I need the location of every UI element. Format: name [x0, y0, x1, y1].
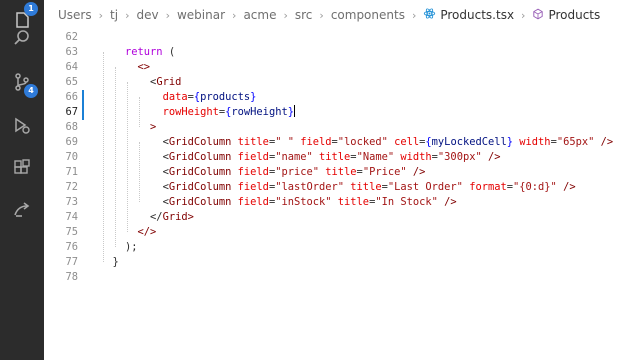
chevron-right-icon: ›	[232, 8, 237, 22]
code-line[interactable]: 62	[44, 30, 640, 45]
code-line[interactable]: 75 </>	[44, 225, 640, 240]
code-text: rowHeight={rowHeight}	[162, 105, 295, 118]
code-line[interactable]: 76 );	[44, 240, 640, 255]
symbol-class-icon	[532, 8, 544, 23]
breadcrumb-item-src[interactable]: src	[295, 8, 313, 22]
code-text: </>	[137, 226, 157, 238]
line-number: 75	[65, 226, 78, 238]
code-text: data={products}	[162, 91, 257, 103]
line-number: 63	[65, 46, 78, 58]
line-number: 67	[65, 106, 78, 118]
breadcrumb-item-components[interactable]: components	[331, 8, 405, 22]
code-line[interactable]: 64 <>	[44, 60, 640, 75]
source-control-badge: 4	[24, 84, 38, 98]
chevron-right-icon: ›	[165, 8, 170, 22]
breadcrumb: Users › tj › dev › webinar › acme › src › comp…	[44, 0, 640, 30]
source-control-icon[interactable]: 4	[0, 62, 44, 102]
search-icon[interactable]	[0, 18, 44, 58]
breadcrumb-item-dev[interactable]: dev	[136, 8, 158, 22]
code-text: <GridColumn field="lastOrder" title="Las…	[162, 181, 576, 193]
breadcrumb-item-tj[interactable]: tj	[110, 8, 118, 22]
explorer-badge: 1	[24, 2, 38, 16]
remote-explorer-icon[interactable]	[0, 190, 44, 230]
code-line[interactable]: 73 <GridColumn field="inStock" title="In…	[44, 195, 640, 210]
line-number: 62	[65, 31, 78, 43]
code-line[interactable]: 69 <GridColumn title=" " field="locked" …	[44, 135, 640, 150]
code-line[interactable]: 70 <GridColumn field="name" title="Name"…	[44, 150, 640, 165]
line-number: 65	[65, 76, 78, 88]
line-number: 66	[65, 91, 78, 103]
code-editor[interactable]: 62 63 return (64 <> 65 <Grid 66 data={produ…	[44, 30, 640, 360]
code-line[interactable]: 65 <Grid	[44, 75, 640, 90]
breadcrumb-item-users[interactable]: Users	[58, 8, 92, 22]
chevron-right-icon: ›	[411, 8, 417, 22]
react-file-icon	[423, 7, 436, 23]
code-line[interactable]: 67 rowHeight={rowHeight}	[44, 105, 640, 120]
line-number: 72	[65, 181, 78, 193]
line-number: 64	[65, 61, 78, 73]
line-number: 77	[65, 256, 78, 268]
code-text: }	[100, 256, 119, 268]
code-line[interactable]: 74 </Grid>	[44, 210, 640, 225]
code-line[interactable]: 68 >	[44, 120, 640, 135]
line-number: 69	[65, 136, 78, 148]
breadcrumb-file[interactable]: Products.tsx	[440, 8, 514, 22]
line-number: 78	[65, 271, 78, 283]
code-text: >	[150, 121, 157, 133]
modified-line-marker	[82, 90, 84, 105]
code-text: <GridColumn title=" " field="locked" cel…	[162, 136, 614, 148]
code-line[interactable]: 71 <GridColumn field="price" title="Pric…	[44, 165, 640, 180]
line-number: 68	[65, 121, 78, 133]
code-text: <GridColumn field="price" title="Price" …	[162, 166, 426, 178]
extensions-icon[interactable]	[0, 148, 44, 188]
breadcrumb-item-webinar[interactable]: webinar	[177, 8, 225, 22]
chevron-right-icon: ›	[283, 8, 288, 22]
code-line[interactable]: 66 data={products}	[44, 90, 640, 105]
line-number: 73	[65, 196, 78, 208]
code-line[interactable]: 63 return (	[44, 45, 640, 60]
line-number: 76	[65, 241, 78, 253]
text-cursor	[293, 105, 295, 117]
activity-bar: 1 4	[0, 0, 44, 360]
modified-line-marker	[82, 105, 84, 120]
code-line[interactable]: 78	[44, 270, 640, 285]
code-line[interactable]: 77 }	[44, 255, 640, 270]
code-line[interactable]: 72 <GridColumn field="lastOrder" title="…	[44, 180, 640, 195]
code-text: <GridColumn field="name" title="Name" wi…	[162, 151, 501, 163]
line-number: 71	[65, 166, 78, 178]
code-text: <GridColumn field="inStock" title="In St…	[162, 196, 457, 208]
line-number: 74	[65, 211, 78, 223]
chevron-right-icon: ›	[521, 8, 526, 22]
chevron-right-icon: ›	[125, 8, 130, 22]
breadcrumb-symbol[interactable]: Products	[548, 8, 600, 22]
chevron-right-icon: ›	[98, 8, 104, 22]
code-text: <>	[137, 61, 151, 73]
code-text: </Grid>	[150, 211, 194, 223]
line-number: 70	[65, 151, 78, 163]
code-text: return (	[125, 46, 176, 58]
debug-icon[interactable]	[0, 106, 44, 146]
chevron-right-icon: ›	[319, 8, 324, 22]
code-text: <Grid	[150, 76, 182, 88]
code-text: );	[125, 241, 138, 253]
breadcrumb-item-acme[interactable]: acme	[243, 8, 276, 22]
